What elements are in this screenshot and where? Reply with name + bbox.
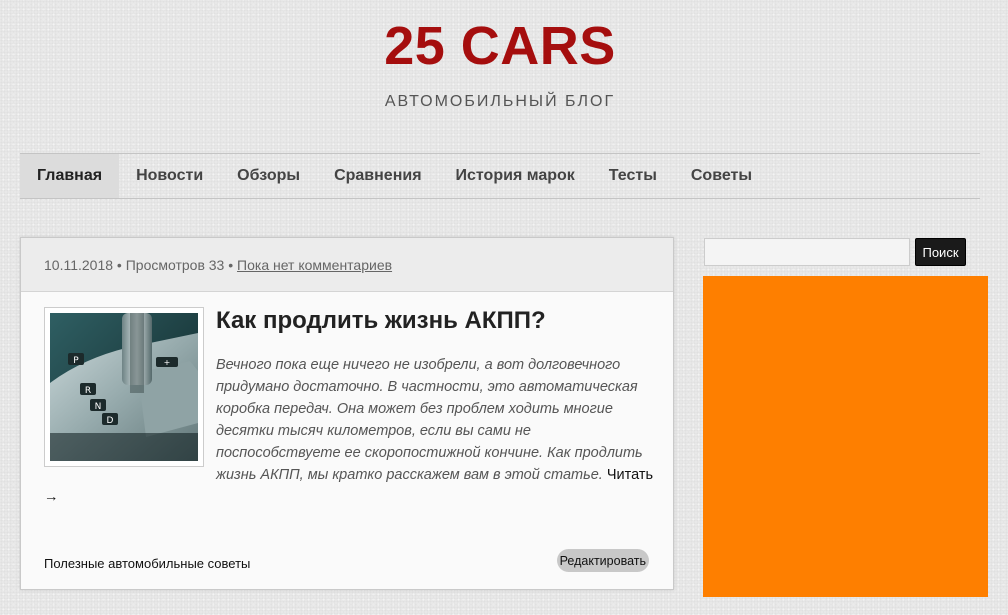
post-title[interactable]: Как продлить жизнь АКПП? xyxy=(216,306,656,336)
meta-separator: • xyxy=(228,256,234,273)
post-meta: 10.11.2018 • Просмотров 33 • Пока нет ко… xyxy=(21,238,673,292)
post-card: 10.11.2018 • Просмотров 33 • Пока нет ко… xyxy=(20,237,674,590)
excerpt-text: Вечного пока еще ничего не изобрели, а в… xyxy=(216,357,643,483)
nav-item-reviews[interactable]: Обзоры xyxy=(220,154,317,198)
nav-item-home[interactable]: Главная xyxy=(20,154,120,198)
search-input[interactable] xyxy=(704,238,910,266)
site-description: АВТОМОБИЛЬНЫЙ БЛОГ xyxy=(384,93,616,110)
search-button[interactable]: Поиск xyxy=(915,238,966,266)
post-date: 10.11.2018 xyxy=(44,256,114,273)
comments-link[interactable]: Пока нет комментариев xyxy=(237,257,392,273)
nav-item-tips[interactable]: Советы xyxy=(674,154,769,198)
site-title[interactable]: 25 CARS xyxy=(0,14,1000,78)
post-excerpt: Вечного пока еще ничего не изобрели, а в… xyxy=(44,354,656,508)
post-views: Просмотров 33 xyxy=(125,256,225,273)
meta-separator: • xyxy=(116,256,122,273)
nav-item-brand-history[interactable]: История марок xyxy=(439,154,592,198)
post-category-link[interactable]: Полезные автомобильные советы xyxy=(44,556,250,571)
nav-item-tests[interactable]: Тесты xyxy=(592,154,674,198)
edit-button[interactable]: Редактировать xyxy=(556,549,649,572)
sidebar-ad-banner[interactable] xyxy=(703,276,988,597)
nav-item-comparisons[interactable]: Сравнения xyxy=(317,154,438,198)
main-nav: Главная Новости Обзоры Сравнения История… xyxy=(20,153,980,199)
nav-item-news[interactable]: Новости xyxy=(119,154,220,198)
